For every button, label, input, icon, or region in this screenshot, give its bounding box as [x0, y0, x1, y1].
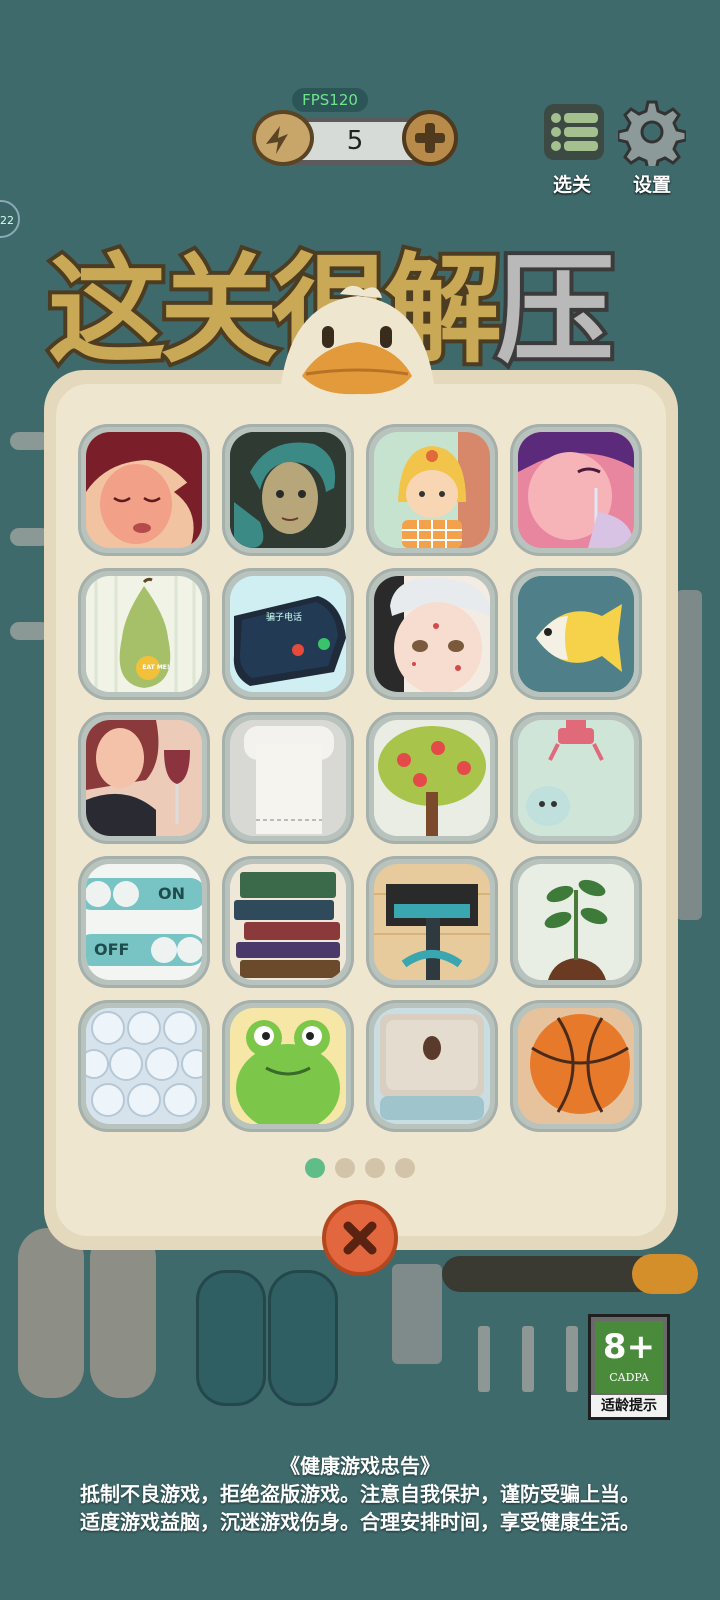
- energy-bolt-icon: [252, 110, 314, 166]
- level-tile-book-stack[interactable]: [222, 856, 354, 988]
- level-tile-phone-call[interactable]: 骗子电话: [222, 568, 354, 700]
- level-tile-acne-face[interactable]: [366, 568, 498, 700]
- wine-woman-image: [86, 720, 202, 836]
- switch-on-label: ON: [158, 884, 185, 903]
- litter-box-image: [374, 1008, 490, 1124]
- switch-off-label: OFF: [94, 940, 130, 959]
- sprout-image: [518, 864, 634, 980]
- level-tile-apple-tree[interactable]: [366, 712, 498, 844]
- level-tile-toilet-paper[interactable]: [222, 712, 354, 844]
- level-tile-woman-with-wine[interactable]: [78, 712, 210, 844]
- doll-girl-image: [374, 432, 490, 548]
- background-rod-right: [676, 590, 702, 920]
- level-tile-sad-girl[interactable]: [78, 424, 210, 556]
- level-select-label: 选关: [553, 174, 592, 196]
- fps-counter: FPS120: [292, 88, 368, 112]
- frog-image: [230, 1008, 346, 1124]
- level-tile-tropical-fish[interactable]: [510, 568, 642, 700]
- switches-image: [86, 864, 202, 980]
- level-tile-claw-machine[interactable]: [510, 712, 642, 844]
- page-dot-2[interactable]: [335, 1158, 355, 1178]
- level-tile-pear[interactable]: EAT ME!: [78, 568, 210, 700]
- health-advice-title: 《健康游戏忠告》: [280, 1454, 440, 1478]
- level-select-button[interactable]: [542, 100, 606, 164]
- phone-image: [230, 576, 346, 692]
- apple-tree-image: [374, 720, 490, 836]
- books-image: [230, 864, 346, 980]
- page-dot-3[interactable]: [365, 1158, 385, 1178]
- screwdriver: [392, 1250, 698, 1364]
- acne-face-image: [374, 576, 490, 692]
- phone-caller-text: 骗子电话: [266, 613, 303, 623]
- plus-icon: [415, 123, 445, 153]
- page-dot-4[interactable]: [395, 1158, 415, 1178]
- list-icon: [544, 104, 604, 160]
- level-tile-vacuum-cleaner[interactable]: [366, 856, 498, 988]
- level-tile-basketball[interactable]: [510, 1000, 642, 1132]
- close-icon: [343, 1221, 377, 1255]
- level-tile-litter-box[interactable]: [366, 1000, 498, 1132]
- health-advice-line-1: 抵制不良游戏，拒绝盗版游戏。注意自我保护，谨防受骗上当。: [80, 1482, 640, 1506]
- sad-girl-image: [86, 432, 202, 548]
- portrait-image: [230, 432, 346, 548]
- basketball-image: [518, 1008, 634, 1124]
- close-button[interactable]: [322, 1200, 398, 1276]
- bubble-wrap-image: [86, 1008, 202, 1124]
- pear-sticker-text: EAT ME!: [142, 664, 170, 671]
- level-tile-frog[interactable]: [222, 1000, 354, 1132]
- pear-image: [86, 576, 202, 692]
- age-rating-number: 8+: [602, 1327, 656, 1367]
- vacuum-image: [374, 864, 490, 980]
- claw-machine-image: [518, 720, 634, 836]
- duck-head-decoration: [270, 282, 445, 412]
- level-tile-sprout[interactable]: [510, 856, 642, 988]
- add-energy-button[interactable]: [402, 110, 458, 166]
- slippers-teal: [196, 1270, 338, 1406]
- toilet-paper-image: [230, 720, 346, 836]
- page-dot-1[interactable]: [305, 1158, 325, 1178]
- level-tile-on-off-switches[interactable]: ON OFF: [78, 856, 210, 988]
- age-rating-label: 适龄提示: [591, 1395, 667, 1417]
- fish-image: [518, 576, 634, 692]
- level-tile-doll-girl[interactable]: [366, 424, 498, 556]
- level-tile-bubble-wrap[interactable]: [78, 1000, 210, 1132]
- settings-label: 设置: [633, 174, 672, 196]
- slippers-gray: [18, 1228, 158, 1398]
- settings-button[interactable]: [616, 98, 688, 172]
- crying-woman-image: [518, 432, 634, 548]
- gear-icon: [616, 100, 688, 172]
- age-rating-badge: 8+ CADPA 适龄提示: [588, 1314, 670, 1420]
- level-tile-crying-woman[interactable]: [510, 424, 642, 556]
- level-tile-pearl-earring-portrait[interactable]: [222, 424, 354, 556]
- age-rating-org: CADPA: [609, 1371, 649, 1384]
- health-advice-line-2: 适度游戏益脑，沉迷游戏伤身。合理安排时间，享受健康生活。: [80, 1510, 640, 1534]
